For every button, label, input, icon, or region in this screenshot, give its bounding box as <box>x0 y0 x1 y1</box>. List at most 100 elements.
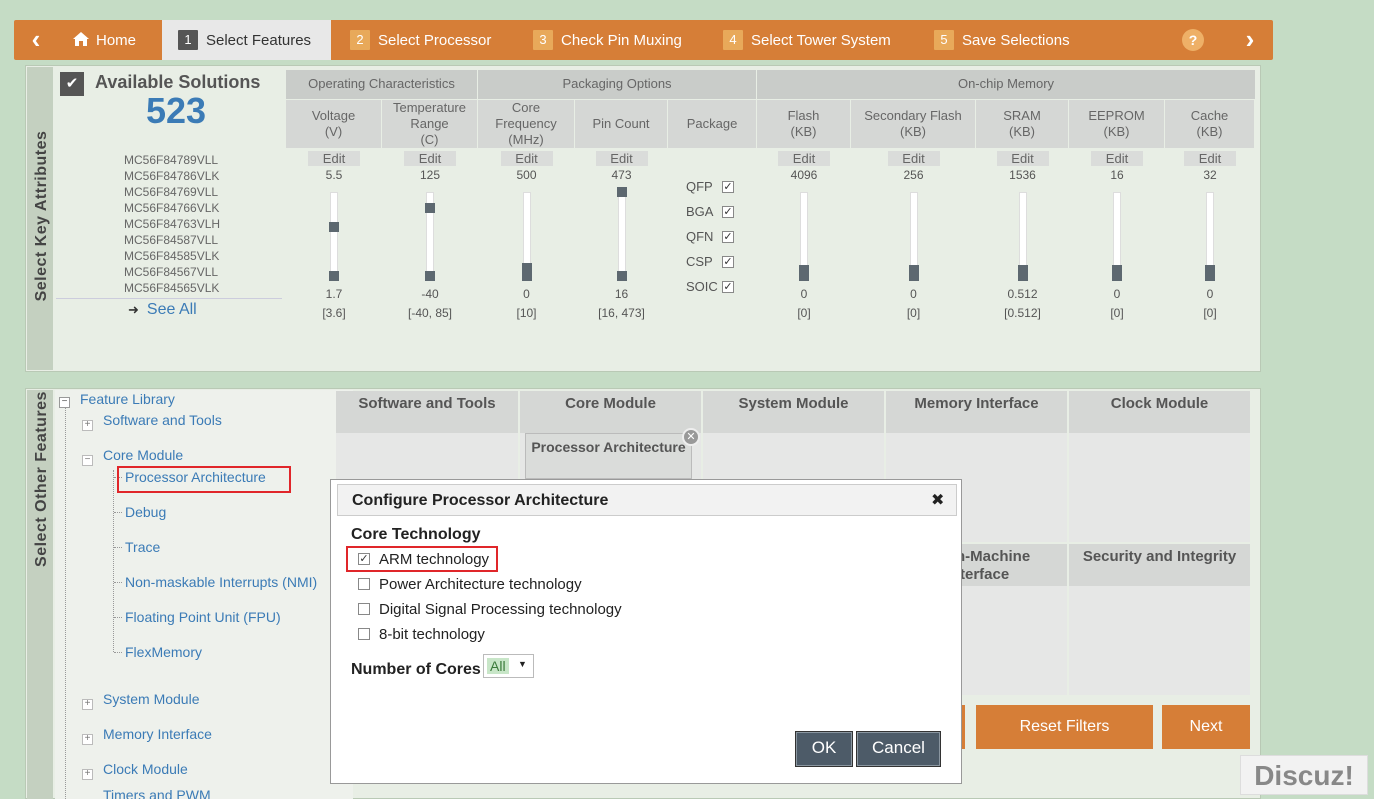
help-icon[interactable]: ? <box>1182 29 1204 51</box>
edit-button[interactable]: Edit <box>1091 151 1143 166</box>
edit-button[interactable]: Edit <box>500 151 553 166</box>
edit-button[interactable]: Edit <box>1184 151 1236 166</box>
part-number[interactable]: MC56F84766VLK <box>124 201 219 215</box>
expand-icon[interactable]: + <box>82 734 93 745</box>
edit-button[interactable]: Edit <box>595 151 648 166</box>
tree-feature-library[interactable]: Feature Library <box>80 391 175 407</box>
package-checkbox[interactable]: ✓ <box>722 256 734 268</box>
prev-arrow-icon[interactable]: ‹ <box>16 20 56 60</box>
part-number[interactable]: MC56F84587VLL <box>124 233 218 247</box>
edit-button[interactable]: Edit <box>308 151 360 166</box>
package-label: CSP <box>686 254 713 269</box>
tree-clock-module[interactable]: Clock Module <box>103 761 188 777</box>
tab-select-tower-system[interactable]: 4 Select Tower System <box>723 20 891 60</box>
checkbox[interactable] <box>358 603 370 615</box>
module-security-and-integrity[interactable]: Security and Integrity <box>1069 544 1250 586</box>
expand-icon[interactable]: + <box>82 769 93 780</box>
slider-min-handle[interactable] <box>799 271 809 281</box>
module-software-and-tools[interactable]: Software and Tools <box>336 391 518 433</box>
column-header: Core Frequency (MHz) <box>478 100 575 148</box>
dialog-title: Configure Processor Architecture <box>337 484 957 516</box>
slider-track <box>617 192 626 280</box>
slider-min-handle[interactable] <box>1112 271 1122 281</box>
nav-home[interactable]: Home <box>72 20 162 60</box>
edit-button[interactable]: Edit <box>778 151 830 166</box>
tab-select-processor[interactable]: 2 Select Processor <box>350 20 491 60</box>
collapse-icon[interactable]: − <box>59 397 70 408</box>
package-checkbox[interactable]: ✓ <box>722 231 734 243</box>
tree-item[interactable]: Non-maskable Interrupts (NMI) <box>125 574 317 590</box>
part-number[interactable]: MC56F84786VLK <box>124 169 219 183</box>
close-icon[interactable]: ✖ <box>931 490 944 510</box>
slider-max-handle[interactable] <box>616 187 627 197</box>
max-value: 473 <box>611 168 632 182</box>
tree-system-module[interactable]: System Module <box>103 691 199 707</box>
tab-label: Select Processor <box>378 32 492 49</box>
slider-max-handle[interactable] <box>329 222 339 233</box>
module-system-module[interactable]: System Module <box>703 391 884 433</box>
tree-item[interactable]: FlexMemory <box>125 644 202 660</box>
module-body <box>703 433 884 483</box>
selected-feature-card[interactable]: Processor Architecture <box>525 433 692 479</box>
part-number[interactable]: MC56F84789VLL <box>124 153 218 167</box>
column-header: Flash (KB) <box>757 100 851 148</box>
tree-timers-label[interactable]: Timers and PWM <box>103 790 343 799</box>
cancel-button[interactable]: Cancel <box>856 731 941 767</box>
dropdown-arrow-icon: ▼ <box>518 659 527 669</box>
edit-button[interactable]: Edit <box>996 151 1049 166</box>
next-button[interactable]: Next <box>1162 705 1250 749</box>
number-of-cores-select[interactable]: All ▼ <box>483 654 534 678</box>
slider-max-handle[interactable] <box>425 202 435 213</box>
checkbox[interactable] <box>358 578 370 590</box>
module-core-module[interactable]: Core Module <box>520 391 701 433</box>
package-checkbox[interactable]: ✓ <box>722 181 734 193</box>
part-number[interactable]: MC56F84565VLK <box>124 281 219 295</box>
min-value: 16 <box>614 287 629 301</box>
expand-icon[interactable]: + <box>82 420 93 431</box>
tree-core-module[interactable]: Core Module <box>103 447 183 463</box>
features-title: Select Other Features <box>33 391 50 567</box>
tree-software-and-tools[interactable]: Software and Tools <box>103 412 222 428</box>
tree-item[interactable]: Trace <box>125 539 160 555</box>
edit-button[interactable]: Edit <box>887 151 940 166</box>
tree-item[interactable]: Floating Point Unit (FPU) <box>125 609 281 625</box>
reset-filters-button[interactable]: Reset Filters <box>976 705 1153 749</box>
package-checkbox[interactable]: ✓ <box>722 206 734 218</box>
tree-memory-interface[interactable]: Memory Interface <box>103 726 212 742</box>
slider-min-handle[interactable] <box>329 271 339 281</box>
min-value: 0 <box>1206 287 1214 301</box>
part-number[interactable]: MC56F84763VLH <box>124 217 220 231</box>
nav-home-label: Home <box>96 32 137 49</box>
part-number[interactable]: MC56F84567VLL <box>124 265 218 279</box>
tab-check-pin-muxing[interactable]: 3 Check Pin Muxing <box>533 20 682 60</box>
column-header-package: Package <box>668 100 757 148</box>
module-clock-module[interactable]: Clock Module <box>1069 391 1250 433</box>
see-all-link[interactable]: ➜ See All <box>128 301 197 319</box>
slider-min-handle[interactable] <box>425 271 435 281</box>
tree-line <box>113 470 114 652</box>
package-checkbox[interactable]: ✓ <box>722 281 734 293</box>
tab-select-features[interactable]: 1 Select Features <box>162 20 331 60</box>
slider-min-handle[interactable] <box>521 271 532 281</box>
module-memory-interface[interactable]: Memory Interface <box>886 391 1067 433</box>
collapse-icon[interactable]: − <box>82 455 93 466</box>
expand-icon[interactable]: + <box>82 699 93 710</box>
checkbox[interactable] <box>358 628 370 640</box>
column-header: Voltage (V) <box>286 100 382 148</box>
column-header-line: Range <box>410 116 449 131</box>
slider-min-handle[interactable] <box>1205 271 1215 281</box>
next-arrow-icon[interactable]: › <box>1230 20 1270 60</box>
part-number[interactable]: MC56F84769VLL <box>124 185 218 199</box>
tree-item[interactable]: Debug <box>125 504 166 520</box>
remove-icon[interactable]: ✕ <box>682 428 700 446</box>
slider-min-handle[interactable] <box>908 271 919 281</box>
slider-min-handle[interactable] <box>1017 271 1028 281</box>
tab-save-selections[interactable]: 5 Save Selections <box>934 20 1070 60</box>
edit-button[interactable]: Edit <box>404 151 456 166</box>
slider-min-handle[interactable] <box>616 271 627 281</box>
part-number[interactable]: MC56F84585VLK <box>124 249 219 263</box>
ok-button[interactable]: OK <box>795 731 853 767</box>
step-number: 1 <box>178 30 198 50</box>
selected-range: [0.512] <box>1004 306 1041 320</box>
check-icon[interactable]: ✔ <box>60 72 84 96</box>
